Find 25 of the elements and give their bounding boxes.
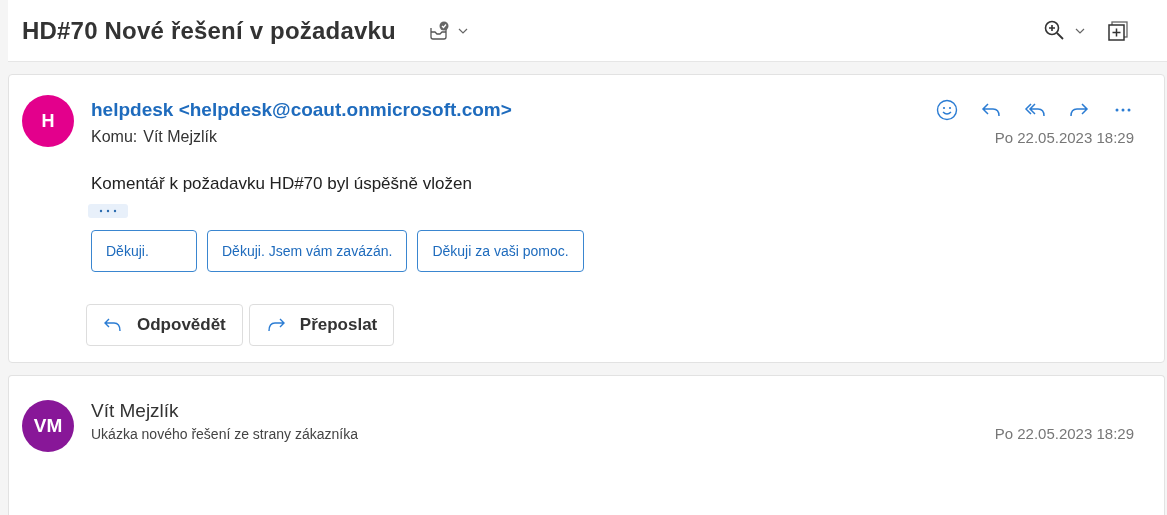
quick-reply-button[interactable]: Děkuji. (91, 230, 197, 272)
message-card[interactable]: VM Vít Mejzlík Ukázka nového řešení ze strany zákazníka Po 22.05.2023 18:29 (8, 375, 1165, 515)
forward-button[interactable]: Přeposlat (248, 304, 395, 346)
emoji-icon[interactable] (936, 99, 958, 121)
sender-avatar: VM (22, 400, 74, 452)
message-body: Komentář k požadavku HD#70 byl úspěšně vložen (91, 174, 473, 194)
new-window-icon[interactable] (1107, 19, 1129, 42)
chevron-down-icon[interactable] (1075, 27, 1085, 34)
envelope-check-icon[interactable] (427, 19, 450, 42)
message-date: Po 22.05.2023 18:29 (994, 425, 1134, 442)
email-subject: HD#70 Nové řešení v požadavku (22, 16, 396, 45)
message-preview: Ukázka nového řešení ze strany zákazníka (91, 425, 358, 442)
reply-icon (103, 317, 123, 333)
forward-icon (265, 317, 286, 333)
recipient-label: Komu: (91, 128, 138, 146)
quick-reply-button[interactable]: Děkuji. Jsem vám zavázán. (207, 230, 408, 272)
sender-link[interactable]: helpdesk <helpdesk@coaut.onmicrosoft.com> (91, 99, 512, 121)
chevron-down-icon[interactable] (457, 27, 468, 34)
message-date: Po 22.05.2023 18:29 (994, 128, 1134, 146)
show-more-icon[interactable] (88, 204, 128, 218)
sender-avatar: H (22, 95, 74, 147)
reply-button[interactable]: Odpovědět (86, 304, 243, 346)
sender-name: Vít Mejzlík (91, 400, 180, 422)
quick-reply-button[interactable]: Děkuji za vaši pomoc. (417, 230, 584, 272)
recipient-name: Vít Mejzlík (143, 128, 218, 146)
